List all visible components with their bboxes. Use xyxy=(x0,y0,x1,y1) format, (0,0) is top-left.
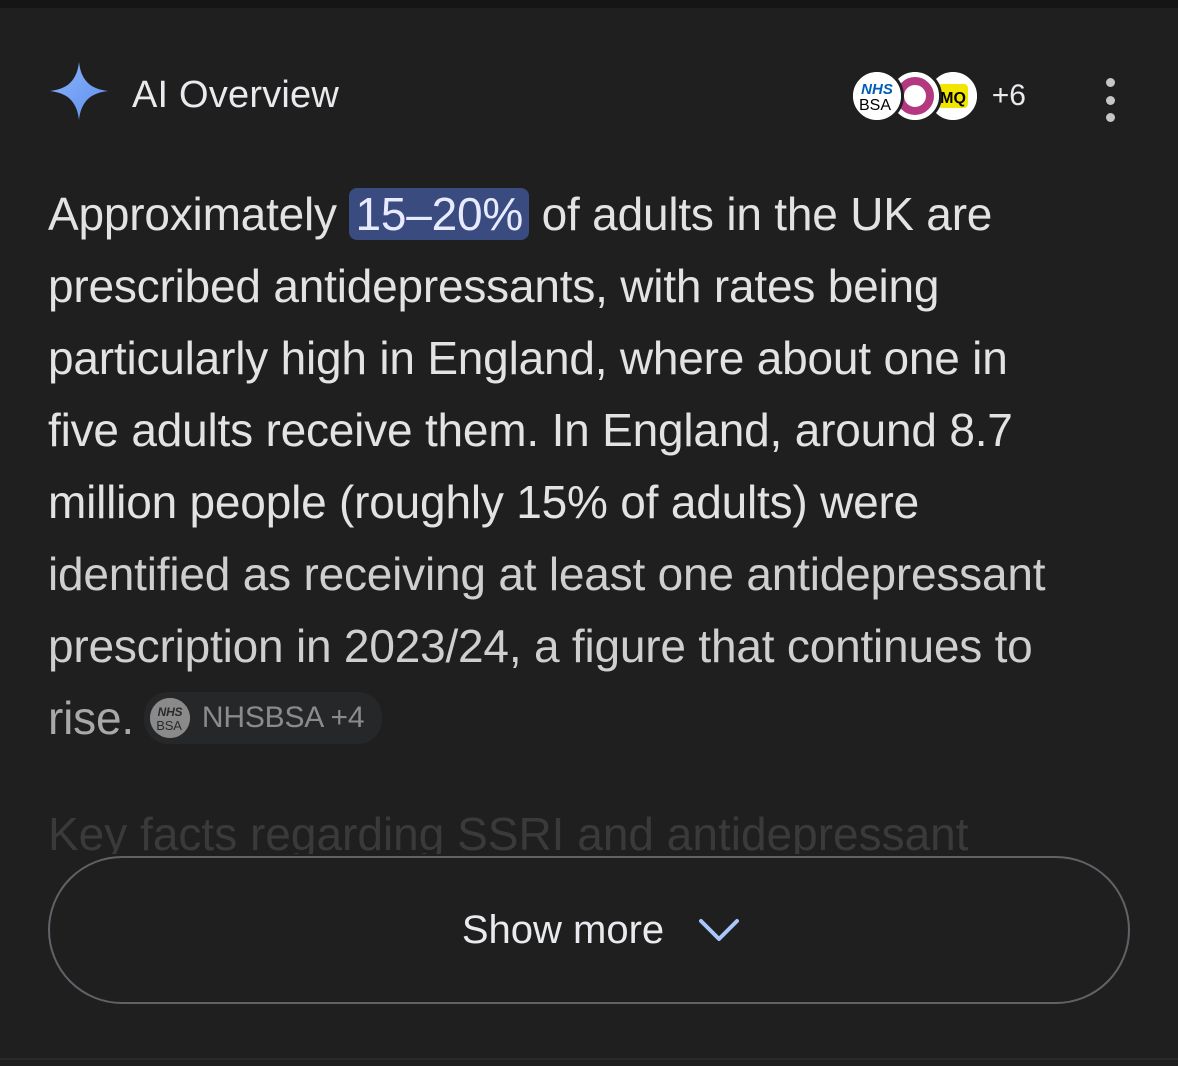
overview-line: particularly high in England, where abou… xyxy=(48,332,1008,384)
ai-overview-title: AI Overview xyxy=(132,74,340,116)
overview-line: Approximately 15–20% of adults in the UK… xyxy=(48,188,993,240)
highlighted-figure: 15–20% xyxy=(349,188,530,240)
svg-text:MQ: MQ xyxy=(940,90,966,107)
source-chip[interactable]: NHS BSA NHSBSA +4 xyxy=(143,691,383,744)
show-more-button[interactable]: Show more xyxy=(48,856,1130,1004)
faded-heading: Key facts regarding SSRI and antidepress… xyxy=(48,808,969,854)
ai-overview-header: AI Overview NHS BSA C MQ +6 xyxy=(48,60,1122,123)
more-options-icon[interactable] xyxy=(1098,78,1122,122)
ai-overview-card: AI Overview NHS BSA C MQ +6 Approximatel… xyxy=(0,0,1178,1066)
overview-line: prescription in 2023/24, a figure that c… xyxy=(48,620,1033,672)
nhsbsa-logo: NHS BSA xyxy=(849,69,904,123)
svg-text:NHS: NHS xyxy=(158,705,183,719)
overview-line: five adults receive them. In England, ar… xyxy=(48,404,1013,456)
chevron-down-icon xyxy=(699,919,740,941)
svg-text:C: C xyxy=(909,89,921,106)
overview-line: identified as receiving at least one ant… xyxy=(48,548,1046,600)
show-more-label: Show more xyxy=(461,907,665,952)
overview-line: million people (roughly 15% of adults) w… xyxy=(48,476,919,528)
sparkle-icon xyxy=(50,62,108,120)
svg-text:BSA: BSA xyxy=(156,718,182,733)
sources-group[interactable]: NHS BSA C MQ +6 xyxy=(849,68,1026,124)
overview-line: prescribed antidepressants, with rates b… xyxy=(48,260,940,312)
overview-text: Approximately 15–20% of adults in the UK… xyxy=(48,178,1138,754)
source-chip-label: NHSBSA +4 xyxy=(201,700,365,734)
nhsbsa-chip-logo: NHS BSA xyxy=(149,697,190,738)
svg-text:BSA: BSA xyxy=(859,97,891,114)
divider xyxy=(0,1058,1178,1060)
overview-line: rise. NHS BSA NHSBSA +4 xyxy=(48,682,1138,754)
svg-text:NHS: NHS xyxy=(861,81,893,98)
sources-more-count: +6 xyxy=(991,79,1026,112)
